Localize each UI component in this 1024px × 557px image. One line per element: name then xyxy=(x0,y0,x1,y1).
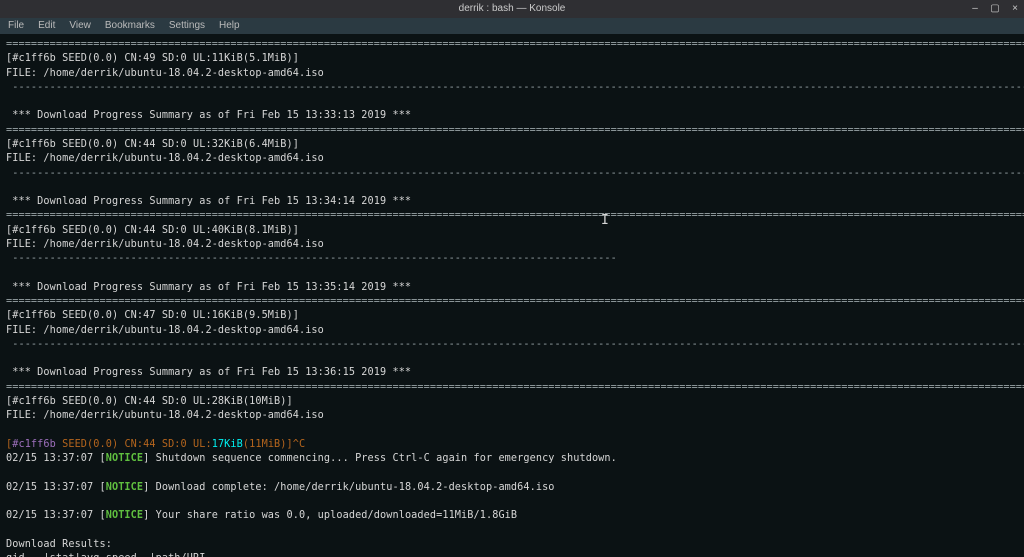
notice-line: 02/15 13:37:07 [NOTICE] Download complet… xyxy=(6,482,555,493)
divider: ========================================… xyxy=(6,296,1024,307)
notice-line: 02/15 13:37:07 [NOTICE] Shutdown sequenc… xyxy=(6,453,617,464)
stat-line: [#c1ff6b SEED(0.0) CN:44 SD:0 UL:28KiB(1… xyxy=(6,396,293,407)
summary-line: *** Download Progress Summary as of Fri … xyxy=(6,282,417,293)
maximize-icon[interactable]: ▢ xyxy=(990,2,1000,16)
divider: ========================================… xyxy=(6,382,1024,393)
text-cursor-icon: I xyxy=(601,212,609,230)
summary-line: *** Download Progress Summary as of Fri … xyxy=(6,196,417,207)
summary-line: *** Download Progress Summary as of Fri … xyxy=(6,367,417,378)
results-heading: Download Results: xyxy=(6,539,112,550)
stat-line: [#c1ff6b SEED(0.0) CN:47 SD:0 UL:16KiB(9… xyxy=(6,310,299,321)
menu-bookmarks[interactable]: Bookmarks xyxy=(105,19,155,33)
file-line: FILE: /home/derrik/ubuntu-18.04.2-deskto… xyxy=(6,325,324,336)
menu-edit[interactable]: Edit xyxy=(38,19,55,33)
window-titlebar: derrik : bash — Konsole – ▢ × xyxy=(0,0,1024,18)
close-icon[interactable]: × xyxy=(1010,2,1020,16)
divider: ========================================… xyxy=(6,39,1024,50)
stat-line: [#c1ff6b SEED(0.0) CN:44 SD:0 UL:32KiB(6… xyxy=(6,139,299,150)
file-line: FILE: /home/derrik/ubuntu-18.04.2-deskto… xyxy=(6,239,324,250)
summary-line: *** Download Progress Summary as of Fri … xyxy=(6,110,417,121)
window-title: derrik : bash — Konsole xyxy=(459,2,566,16)
file-line: FILE: /home/derrik/ubuntu-18.04.2-deskto… xyxy=(6,410,324,421)
menu-view[interactable]: View xyxy=(69,19,91,33)
stat-line: [#c1ff6b SEED(0.0) CN:44 SD:0 UL:40KiB(8… xyxy=(6,225,299,236)
notice-line: 02/15 13:37:07 [NOTICE] Your share ratio… xyxy=(6,510,517,521)
window-controls: – ▢ × xyxy=(970,0,1020,18)
stat-line: [#c1ff6b SEED(0.0) CN:49 SD:0 UL:11KiB(5… xyxy=(6,53,299,64)
final-stat: [#c1ff6b SEED(0.0) CN:44 SD:0 UL:17KiB(1… xyxy=(6,439,305,450)
file-line: FILE: /home/derrik/ubuntu-18.04.2-deskto… xyxy=(6,153,324,164)
menu-help[interactable]: Help xyxy=(219,19,240,33)
divider: ----------------------------------------… xyxy=(6,82,1024,93)
divider: ========================================… xyxy=(6,210,1024,221)
divider: ----------------------------------------… xyxy=(6,339,1024,350)
terminal-output[interactable]: ========================================… xyxy=(0,34,1024,557)
menu-settings[interactable]: Settings xyxy=(169,19,205,33)
minimize-icon[interactable]: – xyxy=(970,2,980,16)
menu-bar: File Edit View Bookmarks Settings Help xyxy=(0,18,1024,34)
file-line: FILE: /home/derrik/ubuntu-18.04.2-deskto… xyxy=(6,68,324,79)
divider: ----------------------------------------… xyxy=(6,168,1024,179)
divider: ----------------------------------------… xyxy=(6,253,617,264)
results-header: gid |stat|avg speed |path/URI xyxy=(6,553,205,557)
menu-file[interactable]: File xyxy=(8,19,24,33)
divider: ========================================… xyxy=(6,125,1024,136)
